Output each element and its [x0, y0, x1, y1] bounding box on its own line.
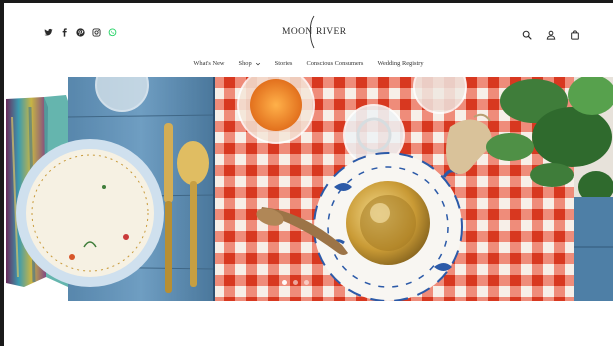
pinterest-icon[interactable]: [76, 28, 85, 37]
nav-item-label: Wedding Registry: [377, 60, 424, 67]
facebook-icon[interactable]: [60, 28, 69, 37]
social-links: [44, 28, 117, 37]
nav-item-conscious-consumers[interactable]: Conscious Consumers: [306, 60, 363, 67]
nav-item-whats-new[interactable]: What's New: [193, 60, 224, 67]
slider-pagination: [282, 280, 309, 285]
site-header: MOON RIVER What's New Shop Stories Consc…: [4, 3, 613, 75]
account-icon[interactable]: [546, 27, 556, 40]
site-logo[interactable]: MOON RIVER: [280, 15, 346, 49]
nav-item-label: What's New: [193, 60, 225, 67]
main-nav: What's New Shop Stories Conscious Consum…: [4, 60, 613, 67]
nav-item-wedding-registry[interactable]: Wedding Registry: [377, 60, 423, 67]
nav-item-shop[interactable]: Shop: [239, 60, 261, 67]
cart-icon[interactable]: [570, 27, 580, 40]
hero-slider[interactable]: [4, 77, 613, 301]
nav-item-label: Stories: [274, 60, 293, 67]
instagram-icon[interactable]: [92, 28, 101, 37]
chevron-down-icon: [255, 62, 260, 65]
slider-dot[interactable]: [293, 280, 298, 285]
nav-item-label: Shop: [238, 60, 252, 67]
nav-item-label: Conscious Consumers: [306, 60, 364, 67]
search-icon[interactable]: [522, 27, 532, 40]
twitter-icon[interactable]: [44, 28, 53, 37]
logo-text-river: RIVER: [316, 27, 347, 37]
nav-item-stories[interactable]: Stories: [275, 60, 293, 67]
slider-dot[interactable]: [304, 280, 309, 285]
hero-image: [4, 77, 613, 301]
slider-dot[interactable]: [282, 280, 287, 285]
whatsapp-icon[interactable]: [108, 28, 117, 37]
header-actions: [522, 27, 580, 40]
